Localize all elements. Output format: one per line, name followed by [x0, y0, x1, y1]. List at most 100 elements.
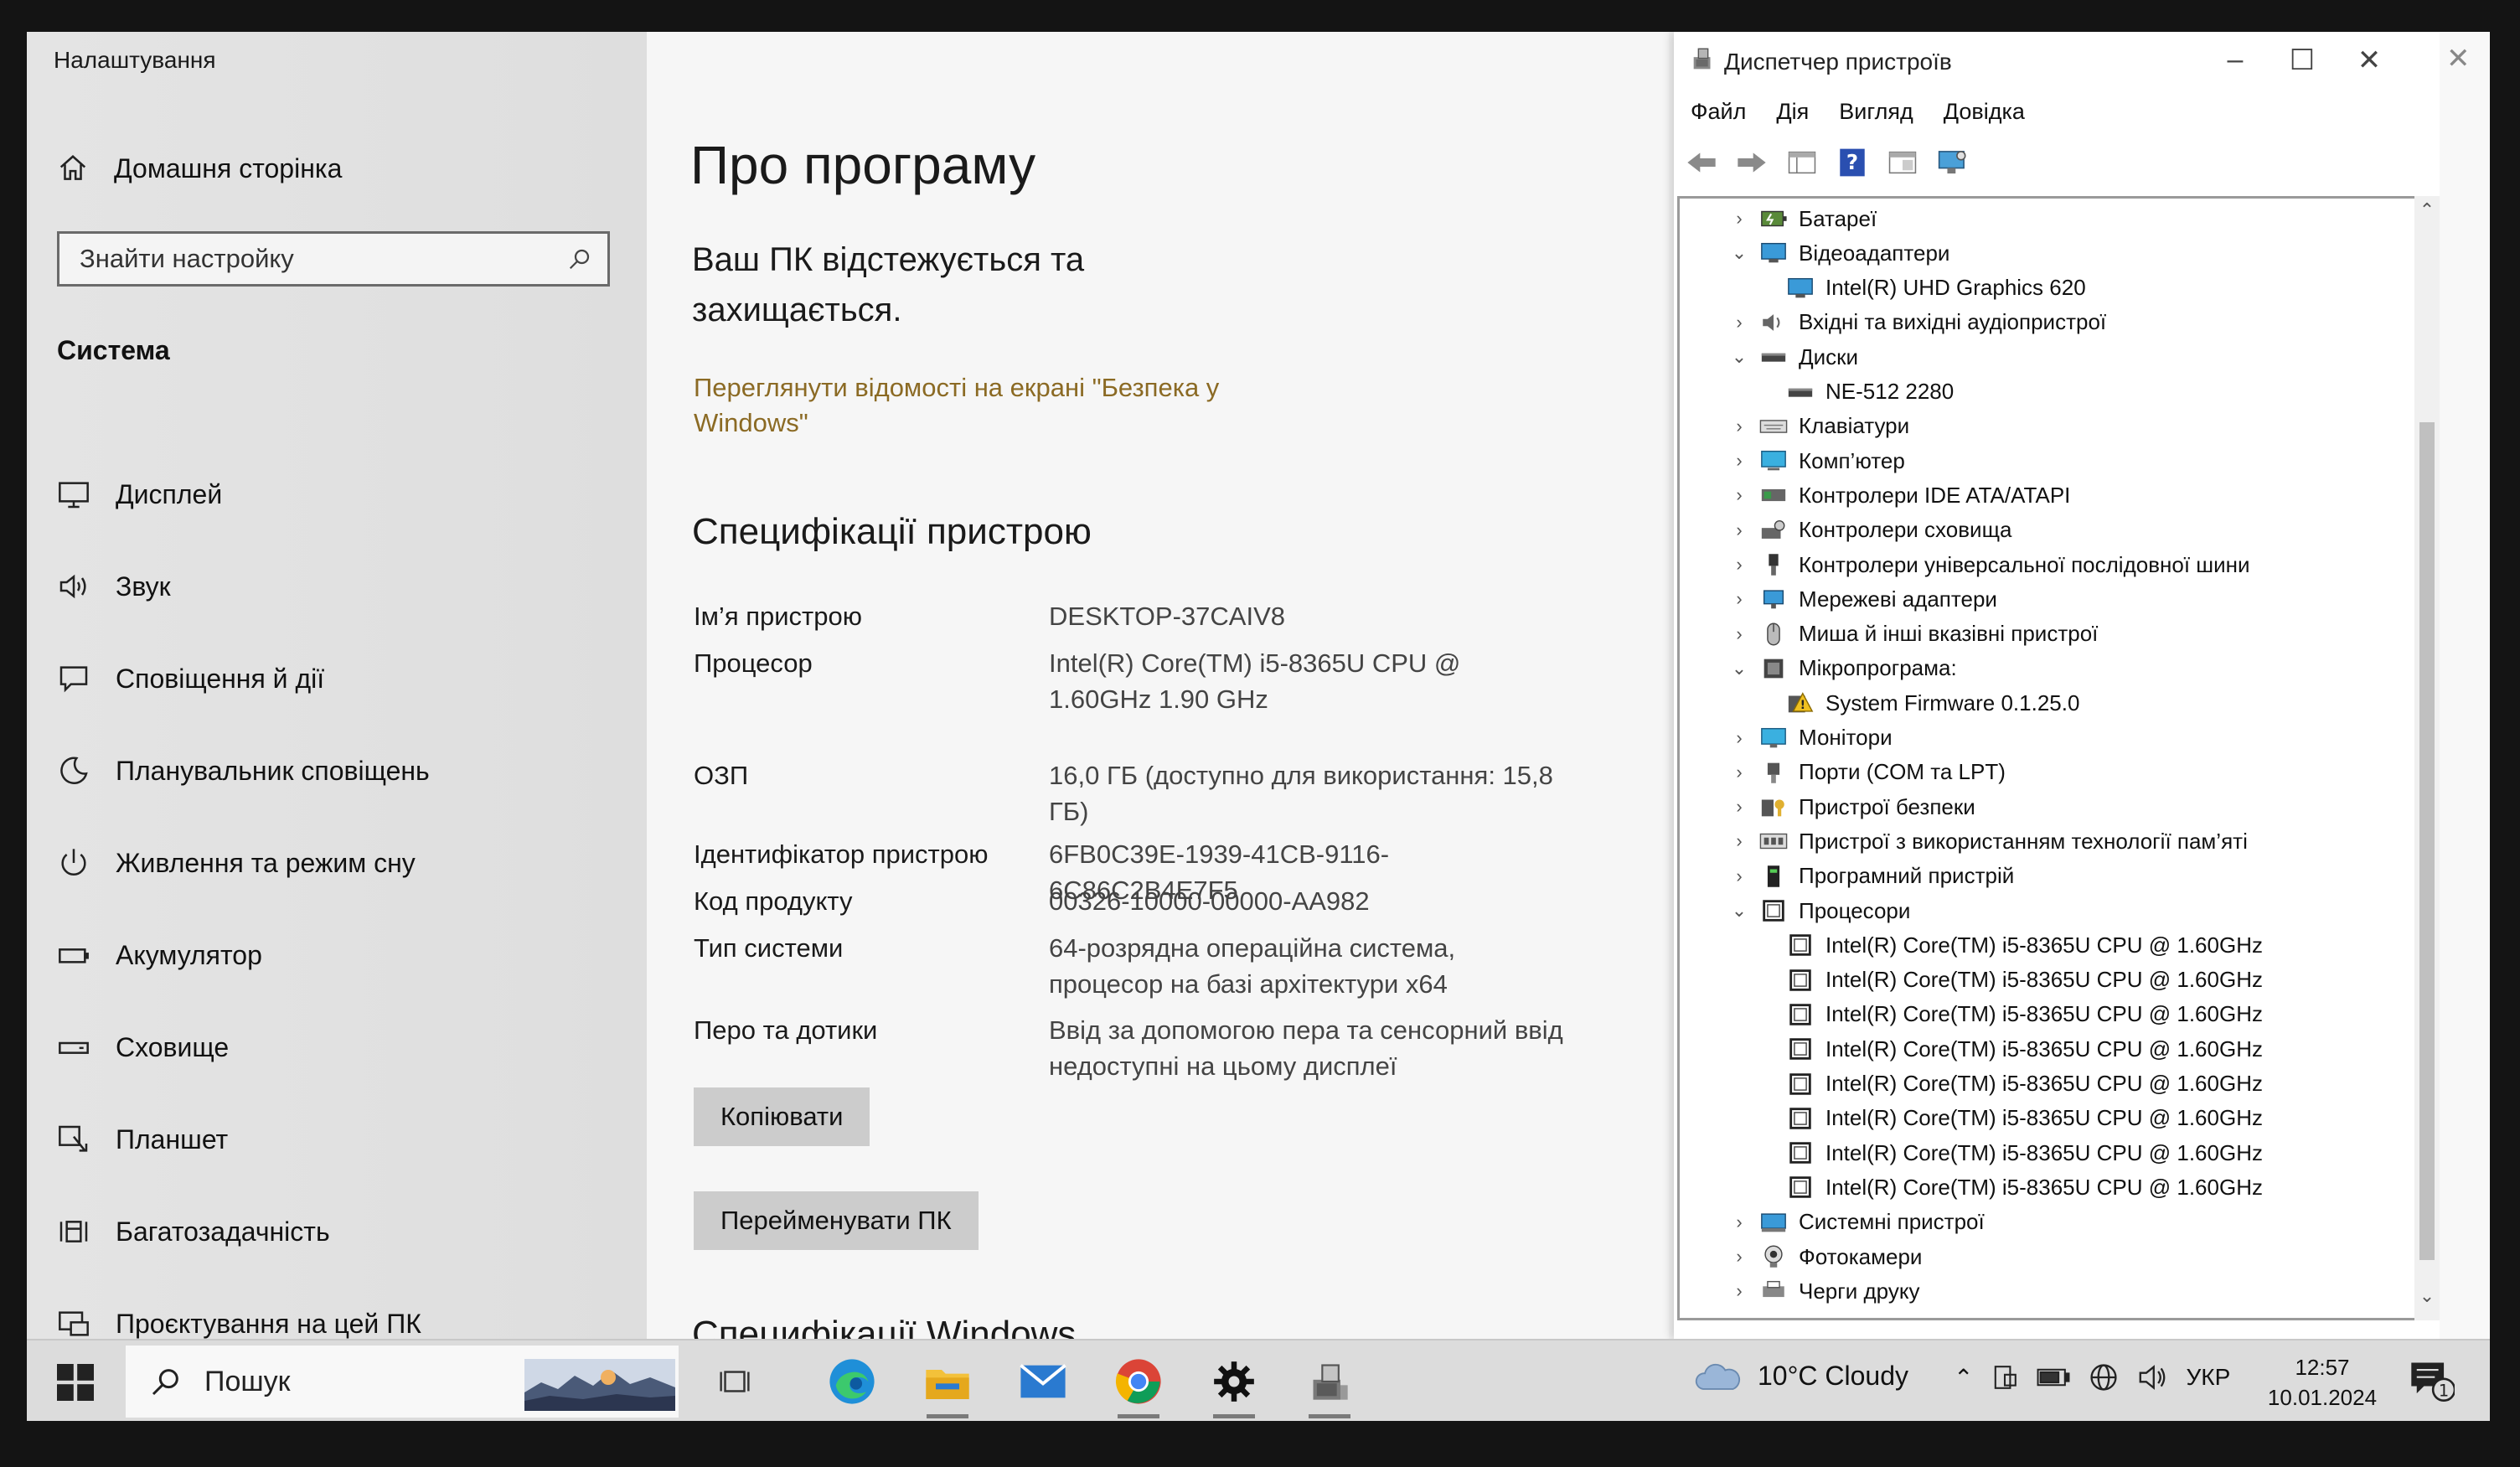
tree-device[interactable]: Intel(R) Core(TM) i5-8365U CPU @ 1.60GHz [1785, 1032, 2263, 1066]
tree-category[interactable]: › Фотокамери [1730, 1240, 1922, 1273]
language-indicator[interactable]: УКР [2186, 1364, 2230, 1391]
show-hide-tree-icon[interactable] [1783, 143, 1821, 182]
tree-category[interactable]: › Миша й інші вказівні пристрої [1730, 617, 2098, 651]
sidebar-item-power[interactable]: Живлення та режим сну [57, 846, 416, 880]
chevron-right-icon[interactable]: › [1730, 312, 1748, 333]
chrome-icon[interactable] [1109, 1352, 1168, 1411]
sidebar-item-notification[interactable]: Сповіщення й дії [57, 662, 324, 695]
chevron-right-icon[interactable]: › [1730, 727, 1748, 749]
tree-category[interactable]: › Вхідні та вихідні аудіопристрої [1730, 306, 2106, 339]
network-icon[interactable] [2089, 1362, 2119, 1392]
minimize-button[interactable]: – [2210, 44, 2260, 76]
scroll-down-icon[interactable]: ⌄ [2414, 1285, 2440, 1307]
tree-device[interactable]: Intel(R) Core(TM) i5-8365U CPU @ 1.60GHz [1785, 963, 2263, 997]
tree-device[interactable]: NE-512 2280 [1785, 375, 1954, 409]
task-view-icon[interactable] [705, 1352, 764, 1411]
battery-icon[interactable] [2037, 1366, 2070, 1389]
device-manager-icon[interactable] [1300, 1352, 1359, 1411]
chevron-right-icon[interactable]: › [1730, 830, 1748, 852]
chevron-right-icon[interactable]: › [1730, 484, 1748, 506]
maximize-button[interactable]: ☐ [2277, 44, 2327, 77]
chevron-right-icon[interactable]: › [1730, 208, 1748, 230]
tree-category[interactable]: › Порти (COM та LPT) [1730, 756, 2006, 789]
tree-category[interactable]: › Контролери IDE ATA/ATAPI [1730, 478, 2070, 512]
chevron-down-icon[interactable]: ⌄ [1730, 242, 1748, 264]
menu-help[interactable]: Довідка [1944, 99, 2025, 125]
home-link[interactable]: Домашня сторінка [57, 152, 342, 184]
rename-pc-button[interactable]: Перейменувати ПК [694, 1191, 979, 1250]
sidebar-item-battery[interactable]: Акумулятор [57, 938, 262, 972]
chevron-right-icon[interactable]: › [1730, 450, 1748, 472]
volume-icon[interactable] [2137, 1364, 2167, 1391]
tree-scrollbar[interactable]: ⌃ ⌄ [2414, 196, 2440, 1320]
scroll-up-icon[interactable]: ⌃ [2414, 199, 2440, 221]
weather-widget[interactable]: 10°C Cloudy [1694, 1361, 1908, 1392]
sidebar-item-storage[interactable]: Сховище [57, 1031, 229, 1064]
tree-category[interactable]: › Системні пристрої [1730, 1206, 1984, 1239]
tree-category[interactable]: › Черги друку [1730, 1274, 1919, 1308]
close-button[interactable]: ✕ [2344, 44, 2394, 77]
sidebar-item-tablet[interactable]: Планшет [57, 1123, 228, 1156]
tree-category[interactable]: › Пристрої безпеки [1730, 790, 1975, 824]
tree-category[interactable]: › Монітори [1730, 721, 1892, 755]
chevron-right-icon[interactable]: › [1730, 762, 1748, 783]
sidebar-item-multitask[interactable]: Багатозадачність [57, 1215, 330, 1248]
notification-center-icon[interactable]: 1 [2408, 1359, 2456, 1407]
tree-category[interactable]: › Пристрої з використанням технології пам… [1730, 824, 2248, 858]
scroll-thumb[interactable] [2419, 422, 2435, 1260]
tree-device[interactable]: Intel(R) Core(TM) i5-8365U CPU @ 1.60GHz [1785, 1102, 2263, 1135]
tree-device[interactable]: Intel(R) Core(TM) i5-8365U CPU @ 1.60GHz [1785, 928, 2263, 962]
mail-icon[interactable] [1014, 1352, 1072, 1411]
back-icon[interactable] [1682, 143, 1721, 182]
properties-icon[interactable] [1883, 143, 1922, 182]
chevron-down-icon[interactable]: ⌄ [1730, 900, 1748, 922]
chevron-down-icon[interactable]: ⌄ [1730, 346, 1748, 368]
help-icon[interactable]: ? [1833, 143, 1872, 182]
tree-category[interactable]: ⌄ Диски [1730, 340, 1858, 374]
menu-file[interactable]: Файл [1691, 99, 1746, 125]
tree-category[interactable]: › Батареї [1730, 202, 1877, 235]
tree-category[interactable]: › Контролери універсальної послідовної ши… [1730, 548, 2249, 581]
tree-device[interactable]: Intel(R) UHD Graphics 620 [1785, 271, 2086, 305]
forward-icon[interactable] [1732, 143, 1771, 182]
tree-device[interactable]: ! System Firmware 0.1.25.0 [1785, 686, 2079, 720]
chevron-down-icon[interactable]: ⌄ [1730, 658, 1748, 679]
menu-view[interactable]: Вигляд [1839, 99, 1913, 125]
tablet-mode-icon[interactable] [1991, 1364, 2018, 1391]
tree-device[interactable]: Intel(R) Core(TM) i5-8365U CPU @ 1.60GHz [1785, 1067, 2263, 1101]
chevron-right-icon[interactable]: › [1730, 1211, 1748, 1233]
chevron-right-icon[interactable]: › [1730, 865, 1748, 887]
edge-icon[interactable] [823, 1352, 881, 1411]
file-explorer-icon[interactable] [918, 1352, 977, 1411]
tree-device[interactable]: Intel(R) Core(TM) i5-8365U CPU @ 1.60GHz [1785, 1136, 2263, 1170]
tree-category[interactable]: › Клавіатури [1730, 410, 1909, 443]
scan-hardware-icon[interactable] [1934, 143, 1972, 182]
security-link[interactable]: Переглянути відомості на екрані "Безпека… [694, 370, 1314, 441]
tree-device[interactable]: Intel(R) Core(TM) i5-8365U CPU @ 1.60GHz [1785, 998, 2263, 1031]
chevron-right-icon[interactable]: › [1730, 554, 1748, 576]
chevron-right-icon[interactable]: › [1730, 1280, 1748, 1302]
background-close-icon[interactable]: ✕ [2446, 42, 2471, 75]
chevron-right-icon[interactable]: › [1730, 1246, 1748, 1268]
copy-button[interactable]: Копіювати [694, 1087, 870, 1146]
chevron-right-icon[interactable]: › [1730, 519, 1748, 541]
sidebar-item-monitor[interactable]: Дисплей [57, 478, 222, 511]
settings-search-input[interactable]: Знайти настройку [57, 231, 610, 287]
chevron-right-icon[interactable]: › [1730, 588, 1748, 610]
tree-category[interactable]: › Комп’ютер [1730, 444, 1904, 478]
sidebar-item-project[interactable]: Проєктування на цей ПК [57, 1307, 421, 1340]
tree-category[interactable]: › Контролери сховища [1730, 514, 2011, 547]
chevron-right-icon[interactable]: › [1730, 796, 1748, 818]
chevron-right-icon[interactable]: › [1730, 416, 1748, 437]
tree-category[interactable]: ⌄ Відеоадаптери [1730, 236, 1950, 270]
sidebar-item-moon[interactable]: Планувальник сповіщень [57, 754, 430, 788]
tree-category[interactable]: › Програмний пристрій [1730, 860, 2014, 893]
tree-device[interactable]: Intel(R) Core(TM) i5-8365U CPU @ 1.60GHz [1785, 1170, 2263, 1204]
tree-category[interactable]: › Мережеві адаптери [1730, 582, 1997, 616]
tree-category[interactable]: ⌄ Мікропрограма: [1730, 652, 1957, 685]
tree-category[interactable]: ⌄ Процесори [1730, 894, 1911, 927]
chevron-up-icon[interactable]: ⌃ [1954, 1364, 1973, 1392]
start-button[interactable] [57, 1364, 94, 1401]
settings-icon[interactable] [1205, 1352, 1263, 1411]
clock[interactable]: 12:57 10.01.2024 [2255, 1352, 2389, 1413]
